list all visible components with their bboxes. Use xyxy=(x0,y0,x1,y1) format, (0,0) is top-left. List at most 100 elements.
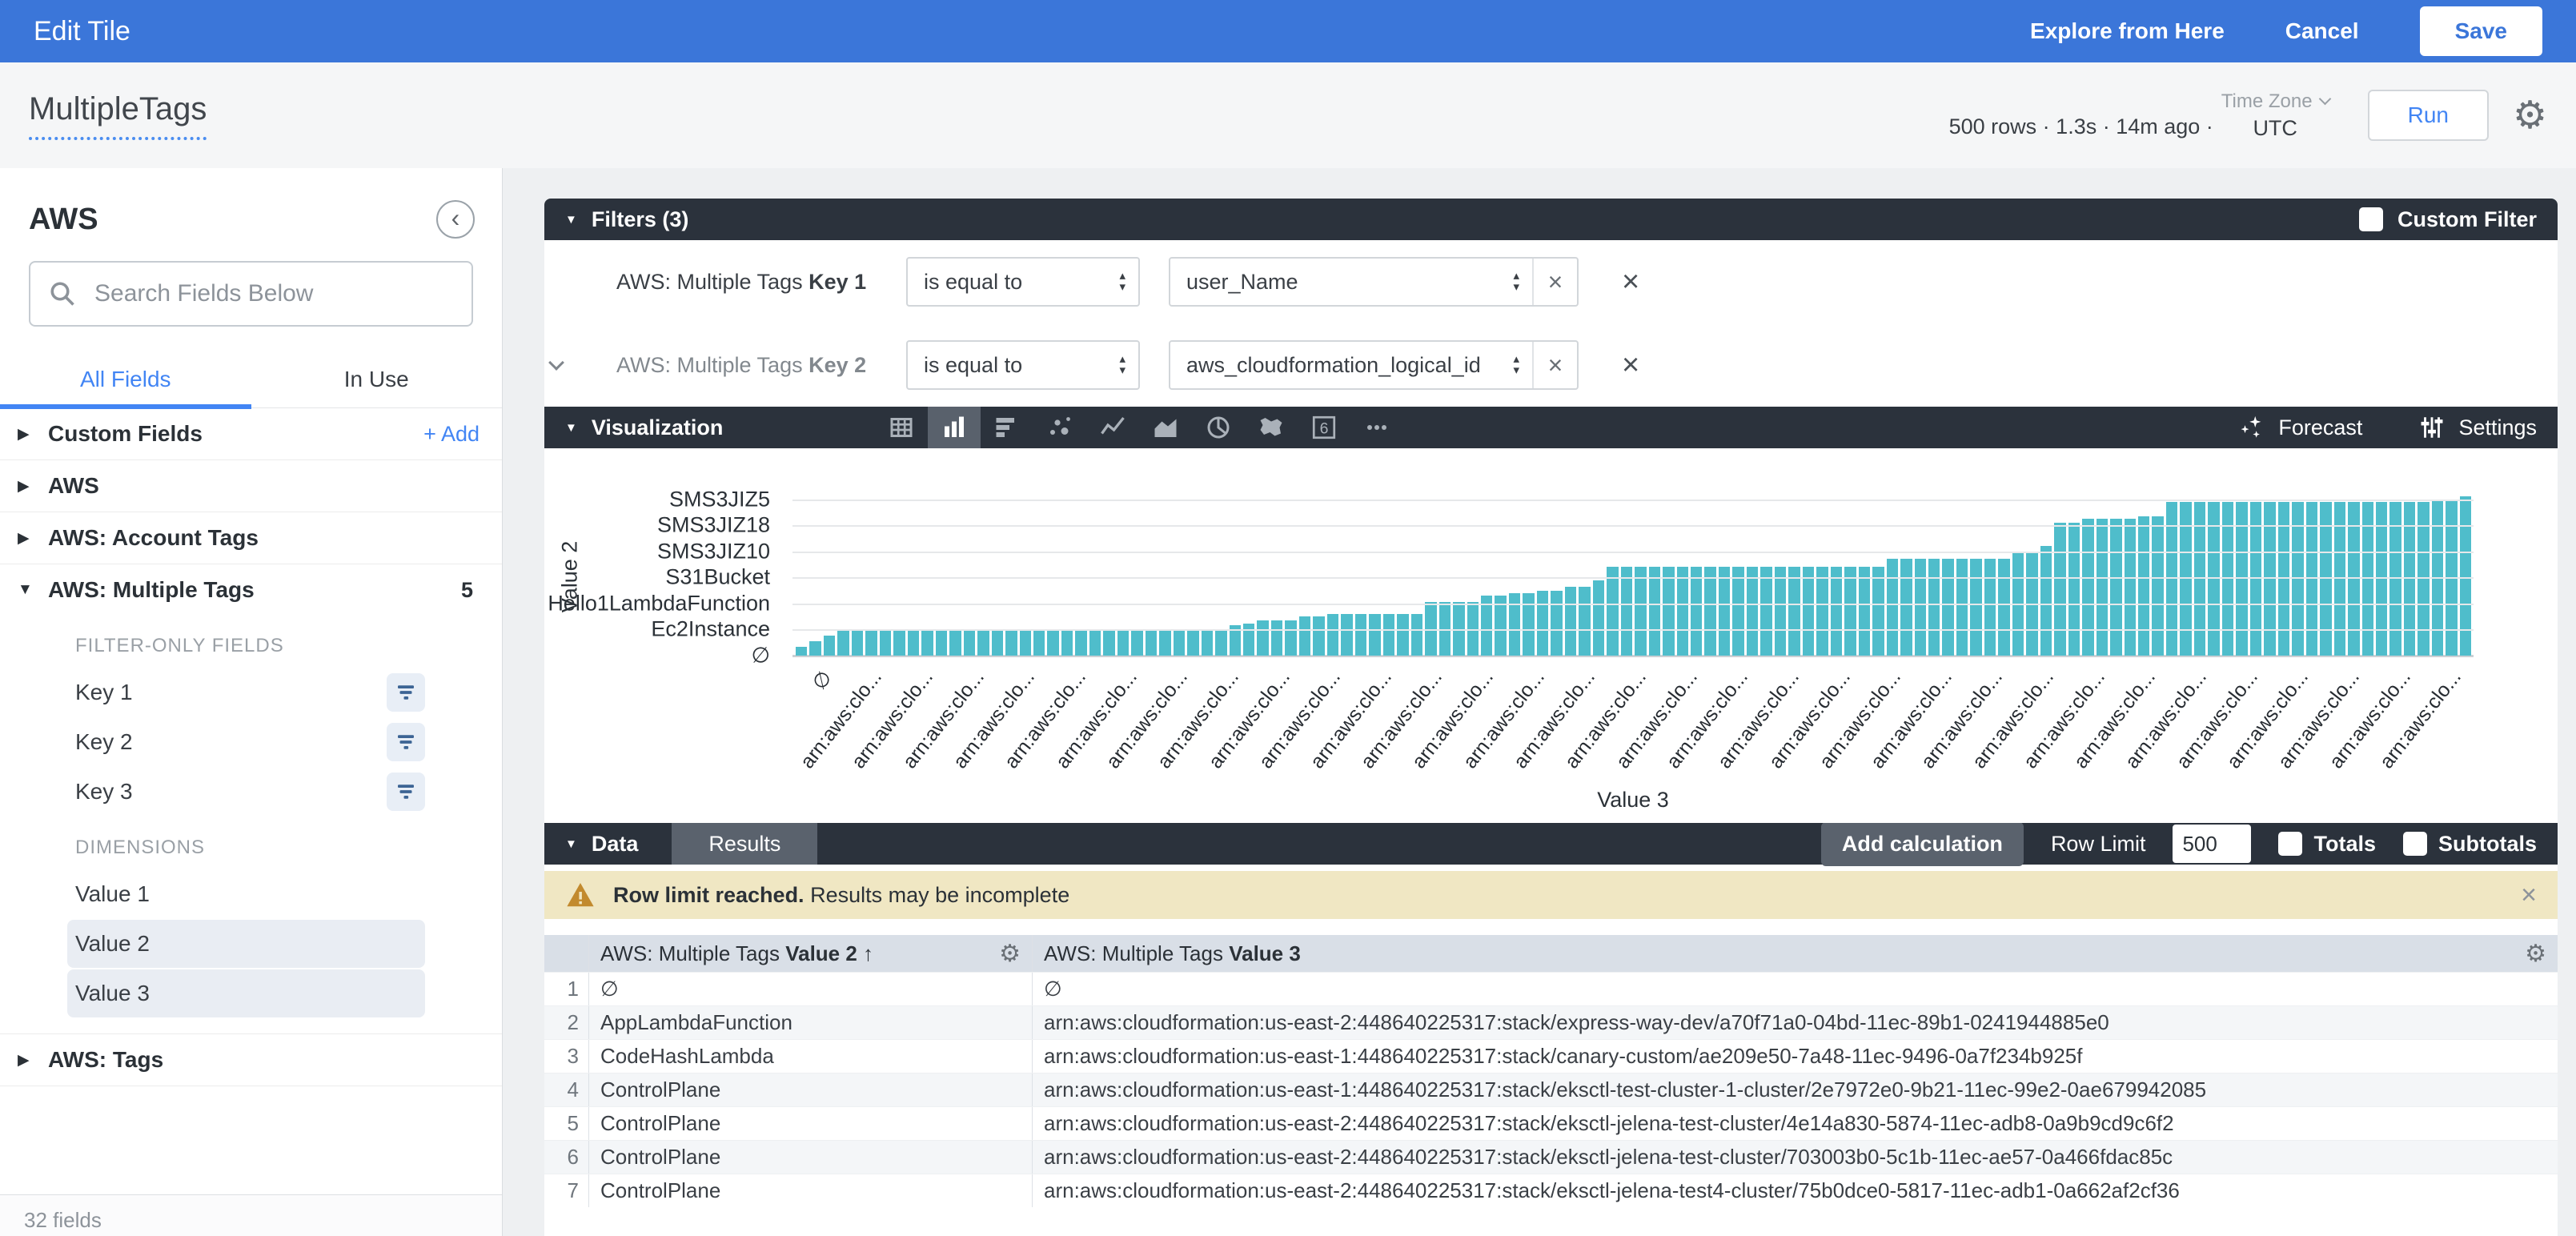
collapse-caret-icon[interactable]: ▼ xyxy=(565,213,577,227)
bar[interactable] xyxy=(977,629,989,656)
filter-by-field-button[interactable] xyxy=(387,772,425,811)
bar[interactable] xyxy=(1704,567,1715,656)
bar[interactable] xyxy=(1355,614,1366,656)
bar[interactable] xyxy=(1760,567,1772,656)
bar[interactable] xyxy=(1788,567,1800,656)
column-header-value-3[interactable]: AWS: Multiple Tags Value 3⚙ xyxy=(1033,935,2558,972)
sidebar-item-aws-tags[interactable]: ▶AWS: Tags xyxy=(0,1034,502,1086)
subtotals-checkbox[interactable] xyxy=(2403,832,2427,856)
bar[interactable] xyxy=(1970,559,1981,656)
filter-value-input[interactable]: aws_cloudformation_logical_id▴▾× xyxy=(1169,340,1579,390)
search-input[interactable]: Search Fields Below xyxy=(29,261,473,327)
bar[interactable] xyxy=(2125,519,2136,656)
bar[interactable] xyxy=(1928,559,1940,656)
tab-in-use[interactable]: In Use xyxy=(251,362,503,407)
bar[interactable] xyxy=(1075,629,1086,656)
bar[interactable] xyxy=(2082,519,2093,656)
bar[interactable] xyxy=(1257,620,1268,656)
field-item-value-1[interactable]: Value 1 xyxy=(67,870,425,918)
bar[interactable] xyxy=(1523,593,1534,656)
bar[interactable] xyxy=(1691,567,1702,656)
table-row[interactable]: 1∅∅ xyxy=(544,972,2558,1005)
bar[interactable] xyxy=(2110,519,2121,656)
filter-operator-select[interactable]: is equal to▴▾ xyxy=(906,257,1140,307)
bar[interactable] xyxy=(1146,629,1157,656)
bar[interactable] xyxy=(1537,591,1548,656)
bar[interactable] xyxy=(1649,567,1660,656)
table-row[interactable]: 7ControlPlanearn:aws:cloudformation:us-e… xyxy=(544,1174,2558,1207)
bar[interactable] xyxy=(1117,629,1129,656)
bar[interactable] xyxy=(1956,559,1968,656)
bar[interactable] xyxy=(1103,629,1114,656)
bar[interactable] xyxy=(2460,496,2471,656)
chevron-down-icon[interactable] xyxy=(548,355,564,371)
bar[interactable] xyxy=(1984,559,1996,656)
tab-all-fields[interactable]: All Fields xyxy=(0,362,251,407)
bar[interactable] xyxy=(2068,523,2080,656)
explore-from-here-button[interactable]: Explore from Here xyxy=(2030,18,2225,44)
bar[interactable] xyxy=(1033,629,1045,656)
field-item-key-3[interactable]: Key 3 xyxy=(67,768,425,816)
bar[interactable] xyxy=(1677,567,1688,656)
viz-settings-button[interactable]: Settings xyxy=(2418,414,2537,441)
field-item-key-2[interactable]: Key 2 xyxy=(67,718,425,766)
filter-value-input[interactable]: user_Name▴▾× xyxy=(1169,257,1579,307)
bar[interactable] xyxy=(908,629,919,656)
field-item-key-1[interactable]: Key 1 xyxy=(67,668,425,716)
collapse-sidebar-icon[interactable]: ‹ xyxy=(436,200,475,239)
bar[interactable] xyxy=(1607,567,1618,656)
bar[interactable] xyxy=(1942,559,1953,656)
sidebar-item-custom-fields[interactable]: ▶Custom Fields+ Add xyxy=(0,408,502,459)
bar[interactable] xyxy=(893,629,905,656)
bar[interactable] xyxy=(1803,567,1814,656)
bar[interactable] xyxy=(1005,629,1017,656)
bar[interactable] xyxy=(2040,546,2052,656)
run-button[interactable]: Run xyxy=(2368,90,2489,141)
table-row[interactable]: 2AppLambdaFunctionarn:aws:cloudformation… xyxy=(544,1005,2558,1039)
gear-icon[interactable]: ⚙ xyxy=(2513,93,2547,138)
column-gear-icon[interactable]: ⚙ xyxy=(2525,940,2546,968)
bar[interactable] xyxy=(1565,587,1576,656)
bar[interactable] xyxy=(2054,523,2065,656)
remove-filter-icon[interactable]: × xyxy=(1622,348,1639,383)
pie-chart-icon[interactable] xyxy=(1192,407,1245,448)
bar[interactable] xyxy=(1551,591,1562,656)
bar[interactable] xyxy=(1844,567,1856,656)
add-custom-field-button[interactable]: + Add xyxy=(423,422,479,447)
bar[interactable] xyxy=(1816,567,1828,656)
single-value-icon[interactable]: 6 xyxy=(1298,407,1350,448)
bar[interactable] xyxy=(1187,629,1198,656)
sidebar-item-aws-multiple-tags[interactable]: ▼AWS: Multiple Tags5 xyxy=(0,564,502,616)
bar[interactable] xyxy=(1327,614,1338,656)
bar[interactable] xyxy=(1174,629,1185,656)
bar[interactable] xyxy=(1397,614,1408,656)
table-row[interactable]: 3CodeHashLambdaarn:aws:cloudformation:us… xyxy=(544,1039,2558,1073)
bar[interactable] xyxy=(1089,629,1101,656)
field-item-value-2[interactable]: Value 2 xyxy=(67,920,425,968)
bar[interactable] xyxy=(1747,567,1758,656)
bar[interactable] xyxy=(1047,629,1058,656)
bar[interactable] xyxy=(1509,593,1520,656)
bar[interactable] xyxy=(1872,567,1884,656)
collapse-caret-icon[interactable]: ▼ xyxy=(565,837,577,851)
bar[interactable] xyxy=(1243,624,1254,656)
bar[interactable] xyxy=(809,641,821,656)
sidebar-item-aws-account-tags[interactable]: ▶AWS: Account Tags xyxy=(0,512,502,564)
bar[interactable] xyxy=(1579,587,1590,656)
table-chart-icon[interactable] xyxy=(875,407,928,448)
save-button[interactable]: Save xyxy=(2420,6,2542,56)
bar[interactable] xyxy=(1411,614,1422,656)
column-header-value-2[interactable]: AWS: Multiple Tags Value 2 ↑⚙ xyxy=(589,935,1033,972)
bar[interactable] xyxy=(1998,559,2009,656)
data-header[interactable]: ▼ Data Results Add calculation Row Limit… xyxy=(544,823,2558,865)
bar[interactable] xyxy=(1341,614,1352,656)
bar[interactable] xyxy=(1900,559,1912,656)
bar[interactable] xyxy=(796,647,807,656)
bar[interactable] xyxy=(1859,567,1870,656)
bar[interactable] xyxy=(2138,516,2149,656)
bar[interactable] xyxy=(964,629,975,656)
scatter-chart-icon[interactable] xyxy=(1033,407,1086,448)
field-item-value-3[interactable]: Value 3 xyxy=(67,969,425,1017)
bar[interactable] xyxy=(1313,616,1324,656)
bar[interactable] xyxy=(1215,629,1226,656)
